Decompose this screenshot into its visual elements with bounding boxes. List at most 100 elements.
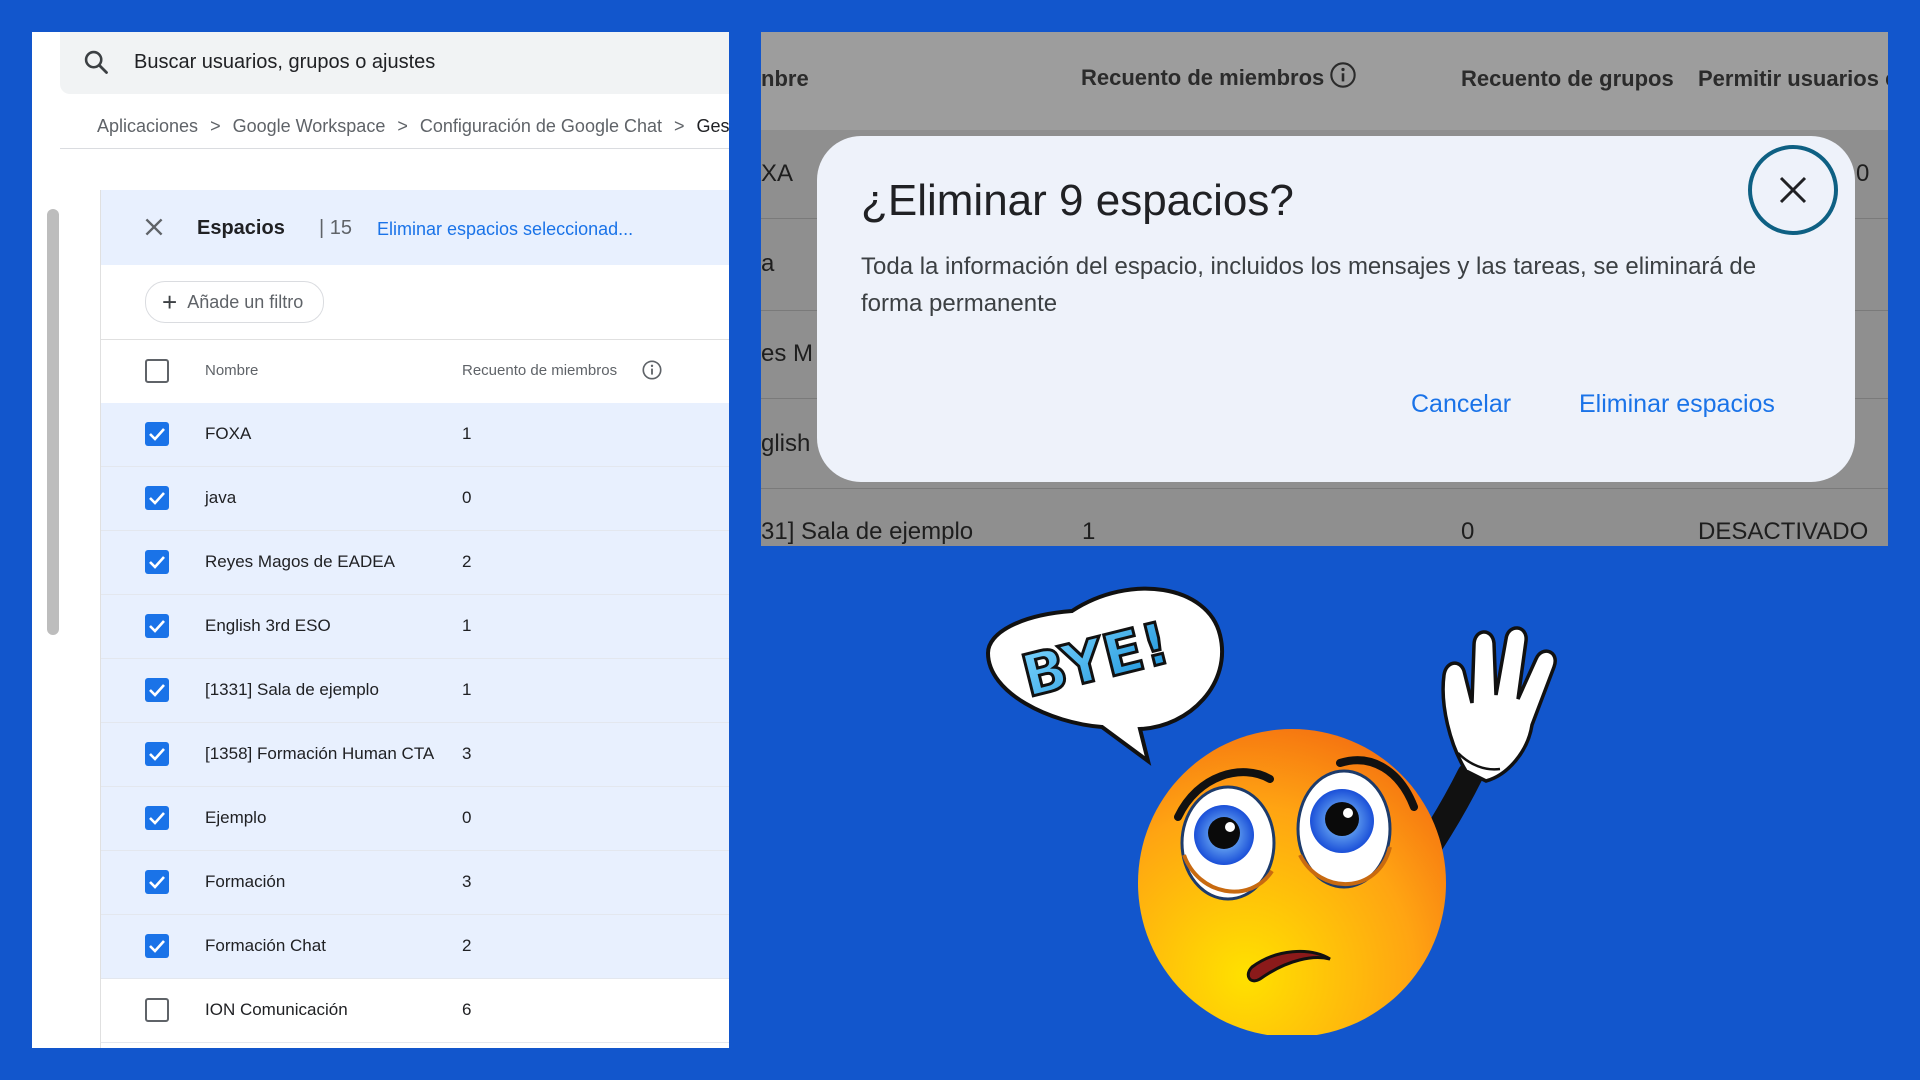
bg-cell: 31] Sala de ejemplo <box>761 518 974 545</box>
space-name[interactable]: English 3rd ESO <box>205 616 331 636</box>
table-row[interactable]: [1331] Sala de ejemplo 1 <box>101 659 729 723</box>
checkmark-icon <box>149 812 165 825</box>
bg-cell: 1 <box>1082 518 1096 545</box>
space-name[interactable]: java <box>205 488 236 508</box>
space-name[interactable]: FOXA <box>205 424 251 444</box>
table-row[interactable]: Formación 3 <box>101 851 729 915</box>
member-count: 2 <box>462 552 472 571</box>
breadcrumb-item-apps[interactable]: Aplicaciones <box>97 116 198 137</box>
member-count: 1 <box>462 680 472 699</box>
bg-header-members: Recuento de miembros <box>1081 65 1325 90</box>
bg-cell: 0 <box>1856 160 1870 187</box>
row-checkbox[interactable] <box>145 998 169 1022</box>
space-name[interactable]: Reyes Magos de EADEA <box>205 552 395 572</box>
search-icon <box>84 50 108 74</box>
delete-spaces-dialog: ¿Eliminar 9 espacios? Toda la informació… <box>817 136 1855 482</box>
space-name[interactable]: [1331] Sala de ejemplo <box>205 680 379 700</box>
member-count: 0 <box>462 488 472 507</box>
cancel-button[interactable]: Cancelar <box>1411 390 1511 419</box>
info-icon[interactable] <box>641 359 663 381</box>
row-checkbox[interactable] <box>145 422 169 446</box>
table-row[interactable]: FOXA 1 <box>101 403 729 467</box>
member-count: 6 <box>462 1000 472 1019</box>
chevron-right-icon: > <box>397 116 408 136</box>
table-header: Nombre Recuento de miembros <box>101 339 729 404</box>
row-checkbox[interactable] <box>145 678 169 702</box>
table-row[interactable]: [1358] Formación Human CTA 3 <box>101 723 729 787</box>
member-count: 1 <box>462 616 472 635</box>
selection-bar: Espacios | 15 Eliminar espacios seleccio… <box>101 190 729 265</box>
add-filter-label: Añade un filtro <box>187 291 304 312</box>
checkmark-icon <box>149 684 165 697</box>
bg-cell: a <box>761 250 775 277</box>
space-name[interactable]: Formación <box>205 872 285 892</box>
search-bar[interactable]: Buscar usuarios, grupos o ajustes <box>60 32 729 94</box>
close-icon <box>1779 176 1807 204</box>
checkmark-icon <box>149 876 165 889</box>
bg-cell: 0 <box>1461 518 1475 545</box>
member-count: 0 <box>462 808 472 827</box>
checkmark-icon <box>149 492 165 505</box>
sad-emoji-waving-illustration: BYE! <box>985 586 1557 1035</box>
dialog-close-button[interactable] <box>1748 145 1838 235</box>
delete-dialog-screenshot: nbre Recuento de miembros Recuento de gr… <box>761 32 1888 546</box>
scrollbar[interactable] <box>47 209 59 635</box>
member-count: 3 <box>462 872 472 891</box>
spaces-table: Espacios | 15 Eliminar espacios seleccio… <box>100 190 729 1048</box>
checkmark-icon <box>149 428 165 441</box>
row-checkbox[interactable] <box>145 486 169 510</box>
space-name[interactable]: Ejemplo <box>205 808 266 828</box>
table-row[interactable]: java 0 <box>101 467 729 531</box>
select-all-checkbox[interactable] <box>145 359 169 383</box>
table-row[interactable]: Ejemplo 0 <box>101 787 729 851</box>
delete-spaces-button[interactable]: Eliminar espacios <box>1579 390 1775 419</box>
selection-title: Espacios <box>197 217 285 239</box>
table-row[interactable]: ION Comunicación 6 <box>101 979 729 1043</box>
sad-face-icon <box>1138 729 1446 1035</box>
bg-cell: DESACTIVADO <box>1698 518 1869 545</box>
row-checkbox[interactable] <box>145 806 169 830</box>
filter-row: + Añade un filtro <box>101 265 729 340</box>
table-row[interactable]: Reyes Magos de EADEA 2 <box>101 531 729 595</box>
space-name[interactable]: Formación Chat <box>205 936 326 956</box>
column-header-name[interactable]: Nombre <box>205 362 258 379</box>
delete-selected-link[interactable]: Eliminar espacios seleccionad... <box>377 219 633 240</box>
breadcrumb-item-chat-settings[interactable]: Configuración de Google Chat <box>420 116 662 137</box>
space-name[interactable]: [1358] Formación Human CTA <box>205 744 434 764</box>
close-icon[interactable] <box>141 214 167 240</box>
dialog-title: ¿Eliminar 9 espacios? <box>861 176 1294 225</box>
checkmark-icon <box>149 748 165 761</box>
member-count: 1 <box>462 424 472 443</box>
row-checkbox[interactable] <box>145 550 169 574</box>
checkmark-icon <box>149 556 165 569</box>
spaces-admin-panel: Buscar usuarios, grupos o ajustes Aplica… <box>32 32 729 1048</box>
bg-cell: XA <box>761 160 794 187</box>
chevron-right-icon: > <box>210 116 221 136</box>
add-filter-button[interactable]: + Añade un filtro <box>145 281 325 323</box>
waving-hand-icon <box>1441 626 1557 783</box>
column-header-members[interactable]: Recuento de miembros <box>462 362 617 379</box>
breadcrumb: Aplicaciones > Google Workspace > Configurac… <box>97 116 729 137</box>
member-count: 3 <box>462 744 472 763</box>
table-row[interactable]: English 3rd ESO 1 <box>101 595 729 659</box>
bg-header-name: nbre <box>761 66 809 91</box>
space-name[interactable]: ION Comunicación <box>205 1000 348 1020</box>
row-checkbox[interactable] <box>145 934 169 958</box>
row-checkbox[interactable] <box>145 870 169 894</box>
plus-icon: + <box>162 287 178 317</box>
chevron-right-icon: > <box>674 116 685 136</box>
breadcrumb-item-workspace[interactable]: Google Workspace <box>233 116 386 137</box>
dialog-body: Toda la información del espacio, incluid… <box>861 253 1757 317</box>
search-input[interactable]: Buscar usuarios, grupos o ajustes <box>134 51 435 74</box>
bg-header-groups: Recuento de grupos <box>1461 66 1674 91</box>
selection-count: | 15 <box>319 217 352 239</box>
bg-cell: es M <box>761 340 814 367</box>
member-count: 2 <box>462 936 472 955</box>
table-row[interactable]: Formación Chat 2 <box>101 915 729 979</box>
row-checkbox[interactable] <box>145 742 169 766</box>
divider <box>761 488 1888 489</box>
checkmark-icon <box>149 620 165 633</box>
background-table-header: nbre Recuento de miembros Recuento de gr… <box>761 32 1888 130</box>
row-checkbox[interactable] <box>145 614 169 638</box>
checkmark-icon <box>149 940 165 953</box>
